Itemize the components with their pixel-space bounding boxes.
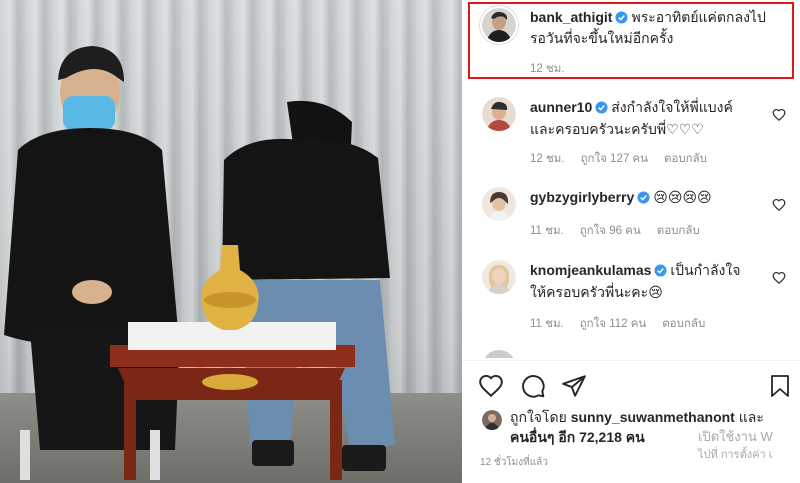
verified-badge-icon [637, 191, 650, 204]
avatar-image [482, 187, 516, 221]
avatar[interactable] [480, 6, 518, 44]
comment-icon[interactable] [520, 373, 546, 399]
comment-time[interactable]: 11 ชม. [530, 315, 564, 333]
likes-prefix: ถูกใจโดย [510, 409, 567, 425]
comment-text-2: ให้ครอบครัวพี่นะคะ😢 [530, 284, 663, 300]
comment-author[interactable]: gybzygirlyberry [530, 189, 634, 205]
share-icon[interactable] [561, 373, 587, 399]
comment: knomjeankulamas เป็นกำลังใจ ให้ครอบครัวพี… [530, 259, 775, 304]
comment-text-1: เป็นกำลังใจ [670, 262, 741, 278]
comment-time[interactable]: 12 ชม. [530, 150, 565, 168]
caption-meta: 12 ชม. [530, 60, 565, 78]
avatar-image [482, 260, 516, 294]
bookmark-icon[interactable] [768, 373, 792, 399]
comment-cutoff [482, 350, 782, 358]
post-timestamp: 12 ชั่วโมงที่แล้ว [480, 457, 548, 468]
heart-icon[interactable] [772, 108, 786, 122]
comment-meta: 12 ชม. ถูกใจ 127 คน ตอบกลับ [530, 150, 707, 168]
watermark-line-1: เปิดใช้งาน W [698, 429, 773, 444]
avatar-image [482, 97, 516, 131]
caption: bank_athigit พระอาทิตย์แค่ตกลงไป รอวันที่… [530, 7, 785, 49]
activation-watermark: เปิดใช้งาน W ไปที่ การตั้งค่า เ [698, 428, 773, 464]
avatar[interactable] [482, 410, 502, 430]
heart-icon[interactable] [478, 373, 504, 399]
watermark-line-2: ไปที่ การตั้งค่า เ [698, 449, 773, 461]
comment-likes[interactable]: ถูกใจ 112 คน [580, 315, 647, 333]
divider [462, 360, 800, 361]
post-photo [0, 0, 462, 483]
verified-badge-icon [615, 11, 629, 24]
avatar[interactable] [482, 97, 516, 131]
reply-button[interactable]: ตอบกลับ [662, 315, 705, 333]
caption-author[interactable]: bank_athigit [530, 9, 612, 25]
verified-badge-icon [654, 264, 667, 277]
avatar-image [482, 410, 502, 430]
comment-likes[interactable]: ถูกใจ 96 คน [580, 222, 641, 240]
comment-meta: 11 ชม. ถูกใจ 96 คน ตอบกลับ [530, 222, 700, 240]
comment-likes[interactable]: ถูกใจ 127 คน [581, 150, 648, 168]
likes-and: และ [738, 409, 764, 425]
comment-meta: 11 ชม. ถูกใจ 112 คน ตอบกลับ [530, 315, 705, 333]
caption-text-1: พระอาทิตย์แค่ตกลงไป [631, 9, 766, 25]
heart-icon[interactable] [772, 271, 786, 285]
comment-text-1: ส่งกำลังใจให้พี่แบงค์ [611, 99, 733, 115]
liker-user[interactable]: sunny_suwanmethanont [571, 409, 735, 425]
likes-others[interactable]: คนอื่นๆ อีก 72,218 คน [510, 429, 645, 445]
comment-author[interactable]: aunner10 [530, 99, 592, 115]
caption-text-2: รอวันที่จะขึ้นใหม่อีกครั้ง [530, 30, 674, 46]
avatar[interactable] [482, 260, 516, 294]
comment-time[interactable]: 11 ชม. [530, 222, 564, 240]
comment-author[interactable]: knomjeankulamas [530, 262, 651, 278]
avatar[interactable] [482, 187, 516, 221]
reply-button[interactable]: ตอบกลับ [664, 150, 707, 168]
verified-badge-icon [595, 101, 608, 114]
comment: aunner10 ส่งกำลังใจให้พี่แบงค์ และครอบครั… [530, 96, 770, 141]
comments-panel: bank_athigit พระอาทิตย์แค่ตกลงไป รอวันที่… [462, 0, 800, 483]
heart-icon[interactable] [772, 198, 786, 212]
photo-scene [4, 46, 395, 480]
reply-button[interactable]: ตอบกลับ [657, 222, 700, 240]
comment: gybzygirlyberry 😢😢😢😢 [530, 186, 770, 209]
comment-text-1: 😢😢😢😢 [653, 189, 712, 205]
comment-text-2: และครอบครัวนะครับพี่♡♡♡ [530, 121, 704, 137]
caption-time[interactable]: 12 ชม. [530, 60, 565, 78]
